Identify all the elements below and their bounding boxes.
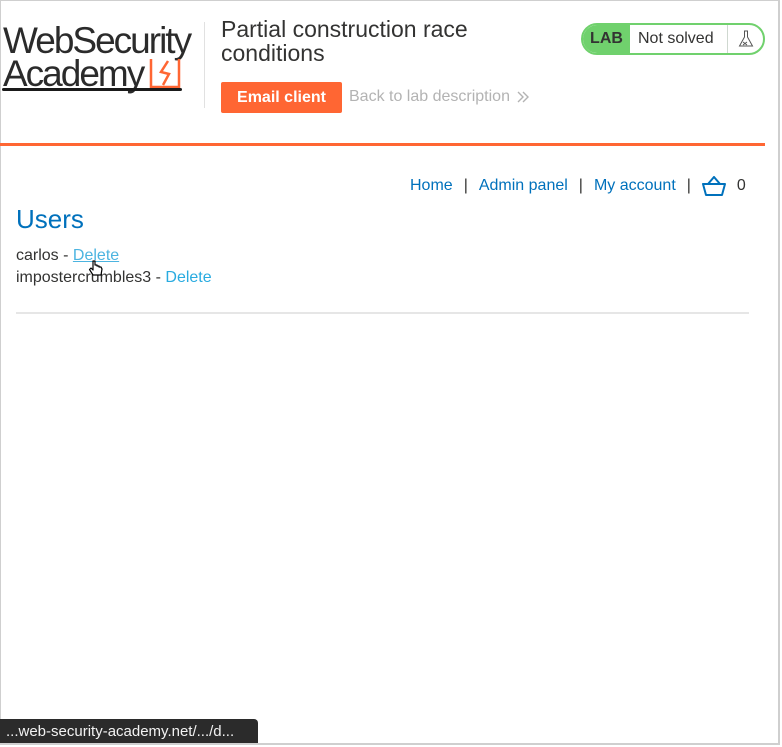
user-dash: -: [151, 269, 166, 286]
logo-line2: Academy: [3, 53, 145, 94]
user-dash: -: [58, 247, 73, 264]
nav-separator: |: [686, 177, 691, 194]
nav-separator: |: [463, 177, 468, 194]
back-link-label: Back to lab description: [349, 88, 510, 105]
status-url: ...web-security-academy.net/.../d...: [6, 722, 235, 740]
nav-home-link[interactable]: Home: [410, 177, 453, 195]
top-nav: Home | Admin panel | My account | 0: [410, 176, 746, 196]
basket-icon: [701, 176, 726, 196]
back-to-lab-description-link[interactable]: Back to lab description: [349, 88, 529, 106]
user-name: imposterc: [16, 269, 86, 286]
lab-badge: LAB: [583, 25, 630, 53]
logo-underline: [2, 88, 182, 91]
flask-icon: [727, 25, 763, 53]
users-heading: Users: [16, 204, 84, 234]
nav-separator: |: [578, 177, 583, 194]
header-orange-rule: [0, 143, 765, 146]
browser-status-bar: ...web-security-academy.net/.../d...: [0, 719, 258, 743]
cart-link[interactable]: 0: [701, 176, 746, 196]
email-client-button[interactable]: Email client: [221, 82, 342, 113]
logo-lightning-icon: [149, 59, 181, 89]
nav-my-account-link[interactable]: My account: [594, 177, 676, 195]
delete-impostercrumbles3-link[interactable]: Delete: [165, 269, 211, 286]
header-divider: [204, 22, 205, 108]
content-divider: [16, 312, 749, 314]
lab-title: Partial construction race conditions: [221, 16, 468, 66]
user-name: carlos: [16, 247, 59, 264]
lab-status-text: Not solved: [638, 30, 714, 47]
web-security-academy-logo[interactable]: WebSecurity Academy: [2, 22, 202, 94]
cart-count: 0: [736, 177, 746, 194]
lab-header: WebSecurity Academy Partial construction…: [0, 0, 765, 146]
user-row: impostercrumbles3 - Delete: [16, 269, 212, 287]
lab-status-widget: LAB Not solved: [581, 23, 765, 55]
double-chevron-right-icon: [517, 91, 529, 103]
hand-pointer-cursor-icon: [88, 260, 103, 276]
nav-admin-panel-link[interactable]: Admin panel: [479, 177, 568, 195]
